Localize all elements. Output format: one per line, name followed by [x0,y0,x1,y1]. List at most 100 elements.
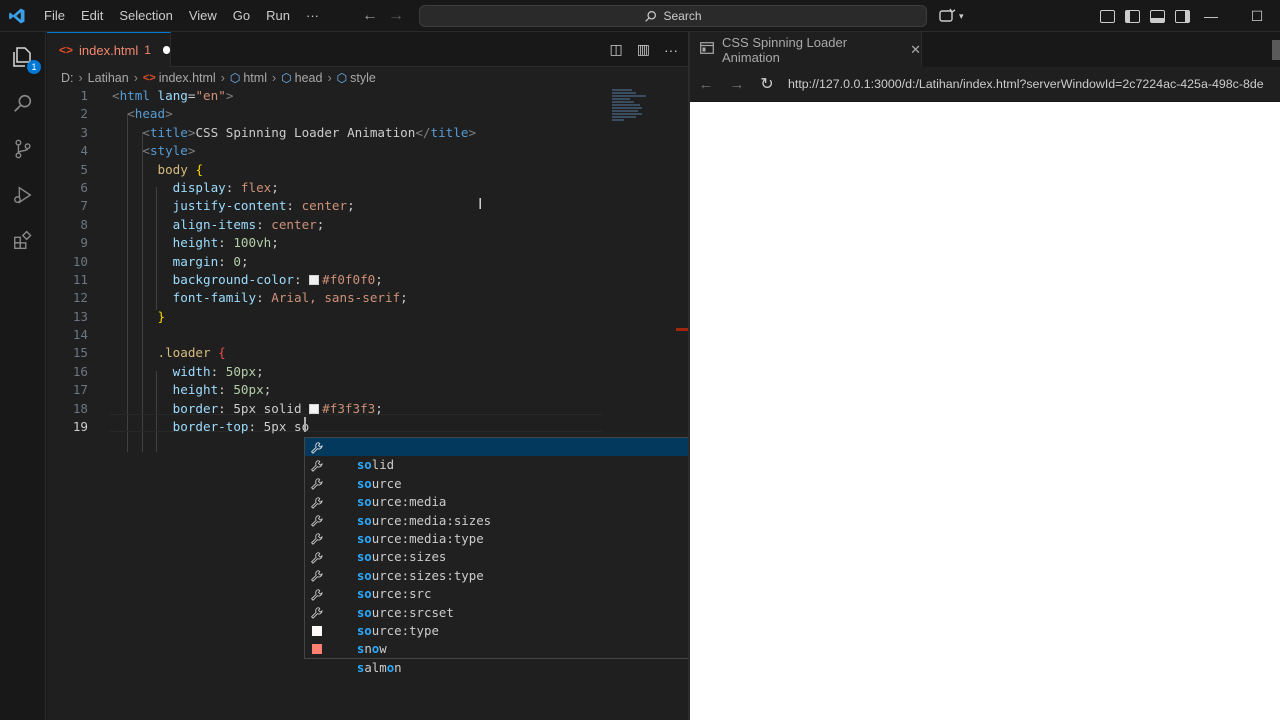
chevron-right-icon: › [220,71,225,85]
color-swatch-icon[interactable] [309,274,320,285]
breadcrumb-style[interactable]: style [350,71,376,85]
chevron-down-icon: ▾ [959,10,964,21]
suggestion-item[interactable]: salmon [305,640,719,675]
element-symbol-icon: ⬡ [281,71,292,85]
tab-browser-preview[interactable]: CSS Spinning Loader Animation ✕ [690,32,922,67]
breadcrumb-drive[interactable]: D: [61,71,74,85]
line-number: 4 [80,143,88,159]
line-number: 16 [72,363,88,379]
menu-go[interactable]: Go [225,0,258,32]
search-icon [645,10,657,22]
maximize-icon[interactable]: ☐ [1234,8,1280,25]
code-editor[interactable]: 1 <html lang="en"> 2 <head> 3 <title>CSS … [47,87,688,436]
title-bar: File Edit Selection View Go Run ··· ← → … [0,0,1280,32]
split-editor-icon[interactable]: ▥ [637,41,650,58]
line-number: 10 [72,253,88,269]
element-symbol-icon: ⬡ [229,71,241,85]
line-number: 1 [80,88,88,103]
breadcrumb-folder[interactable]: Latihan [88,71,129,85]
tab-label: index.html [79,42,139,58]
wrench-icon [309,569,323,583]
search-view-icon[interactable] [0,80,46,126]
menu-file[interactable]: File [36,0,73,32]
explorer-icon[interactable]: 1 [0,34,46,80]
suggestion-item[interactable]: solid [305,438,719,472]
editor-tab-bar: <> index.html 1 ◫ ▥ ··· [47,32,688,67]
open-preview-icon[interactable]: ◫ [610,41,623,58]
toggle-sidebar-icon[interactable] [1125,9,1140,23]
wrench-icon [309,532,323,546]
suggestion-item[interactable]: source:media:sizes [305,493,719,528]
color-swatch-icon[interactable] [309,403,320,414]
breadcrumb-head[interactable]: head [295,71,323,85]
breadcrumb-file[interactable]: index.html [159,71,216,85]
suggestion-item[interactable]: source [305,456,719,491]
suggestion-item[interactable]: source:sizes:type [305,548,719,583]
suggestion-item[interactable]: snow [305,622,719,656]
wrench-icon [309,440,323,454]
browser-forward-icon[interactable]: → [722,76,752,93]
browser-url-bar: ← → ↻ http://127.0.0.1:3000/d:/Latihan/i… [690,67,1280,101]
tab-index-html[interactable]: <> index.html 1 [47,32,171,67]
suggestion-item[interactable]: source:srcset [305,585,719,620]
suggestion-item[interactable]: source:type [305,604,719,638]
suggestion-item[interactable]: source:sizes [305,530,719,564]
menu-more[interactable]: ··· [298,0,327,32]
minimize-icon[interactable]: — [1188,8,1234,24]
toggle-panel-icon[interactable] [1150,9,1165,23]
code-line: 4 <style> [47,142,688,160]
code-line: 17 height: 50px; [47,381,688,399]
close-icon[interactable]: ✕ [910,42,921,58]
wrench-icon [309,587,323,601]
source-control-icon[interactable] [0,126,46,172]
code-line: 3 <title>CSS Spinning Loader Animation</… [47,124,688,142]
window-controls: — ☐ [1188,0,1280,32]
unsaved-dot-icon[interactable] [162,46,170,54]
wrench-icon [309,477,323,491]
color-swatch-icon [312,625,322,636]
chevron-right-icon: › [133,71,138,85]
tab-overflow[interactable] [1272,40,1280,60]
line-number: 18 [72,400,88,416]
forward-arrow-icon[interactable]: → [388,7,404,25]
browser-page-content[interactable] [690,102,1280,720]
reload-icon[interactable]: ↻ [752,74,782,94]
suggestion-item[interactable]: source:media [305,475,719,509]
line-number: 13 [72,308,88,324]
line-number: 11 [72,271,88,287]
code-line: 11 background-color: #f0f0f0; [47,271,688,289]
browser-back-icon[interactable]: ← [691,76,721,93]
line-number: 5 [80,161,88,177]
command-center-search[interactable]: Search [419,5,927,27]
back-arrow-icon[interactable]: ← [362,7,378,25]
line-number: 15 [72,345,88,361]
line-number: 17 [72,382,88,398]
code-line: 14 [47,326,688,344]
breadcrumb: D: › Latihan › <> index.html › ⬡ html › … [47,67,688,89]
mouse-ibeam-icon: I [478,196,483,213]
browser-tab-title: CSS Spinning Loader Animation [722,34,848,65]
extensions-icon[interactable] [0,218,46,264]
url-input[interactable]: http://127.0.0.1:3000/d:/Latihan/index.h… [788,77,1278,91]
breadcrumb-html[interactable]: html [243,71,267,85]
suggestion-item[interactable]: source:src [305,567,719,601]
code-line: 12 font-family: Arial, sans-serif; [47,289,688,307]
element-symbol-icon: ⬡ [336,71,348,85]
menu-view[interactable]: View [181,0,225,32]
minimap[interactable] [612,89,662,129]
color-swatch-icon [312,644,322,655]
line-number: 19 [72,419,88,435]
menu-edit[interactable]: Edit [73,0,111,32]
chevron-right-icon: › [271,71,277,85]
code-line: 7 justify-content: center; [47,197,688,215]
copilot-icon[interactable]: ▾ [939,6,971,26]
vscode-logo-icon [0,0,34,32]
menu-selection[interactable]: Selection [111,0,180,32]
run-debug-icon[interactable] [0,172,46,218]
menu-run[interactable]: Run [258,0,298,32]
customize-layout-icon[interactable] [1100,9,1115,23]
code-line: 8 align-items: center; [47,216,688,234]
suggestion-item[interactable]: source:media:type [305,512,719,546]
more-actions-icon[interactable]: ··· [664,42,678,58]
html-file-icon: <> [142,72,156,84]
